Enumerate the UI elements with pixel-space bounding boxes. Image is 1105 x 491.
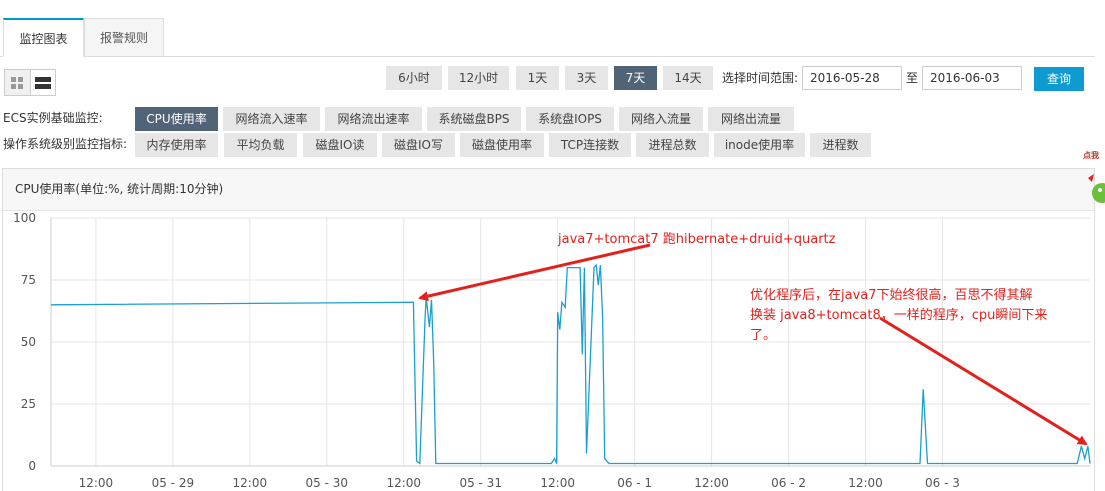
x-tick-label: 12:00 (848, 476, 883, 490)
y-tick-label: 25 (21, 397, 36, 411)
x-tick-label: 05 - 31 (459, 476, 502, 490)
cpu-usage-chart: 0 25 50 75 100 12:00 05 - 29 12:00 05 - 30 12:00 0… (13, 211, 1091, 490)
x-tick-label: 06 - 2 (771, 476, 806, 490)
x-tick-label: 05 - 30 (306, 476, 349, 490)
annotation-java8-line1: 优化程序后，在java7下始终很高，百思不得其解 (750, 288, 1033, 303)
annotation-java8-line3: 了。 (750, 328, 777, 343)
x-tick-label: 12:00 (79, 476, 114, 490)
x-tick-label: 12:00 (540, 476, 575, 490)
side-feedback-widget[interactable]: 点我 (1080, 148, 1105, 208)
x-tick-label: 12:00 (694, 476, 729, 490)
annotation-java7: java7+tomcat7 跑hibernate+druid+quartz (558, 232, 836, 247)
annotation-java8-line2: 换装 java8+tomcat8，一样的程序，cpu瞬间下来 (750, 308, 1048, 323)
x-tick-label: 05 - 29 (152, 476, 195, 490)
y-tick-label: 75 (21, 273, 36, 287)
side-widget-text: 点我 (1083, 150, 1099, 160)
x-tick-label: 12:00 (386, 476, 421, 490)
mascot-icon: 点我 (1083, 150, 1105, 203)
x-tick-label: 12:00 (233, 476, 268, 490)
y-tick-label: 100 (13, 211, 36, 225)
y-tick-label: 0 (28, 459, 36, 473)
x-tick-label: 06 - 1 (617, 476, 652, 490)
annotation-arrow-1 (418, 243, 651, 302)
y-tick-label: 50 (21, 335, 36, 349)
annotation-arrow-2 (879, 316, 1088, 446)
x-tick-label: 06 - 3 (925, 476, 960, 490)
